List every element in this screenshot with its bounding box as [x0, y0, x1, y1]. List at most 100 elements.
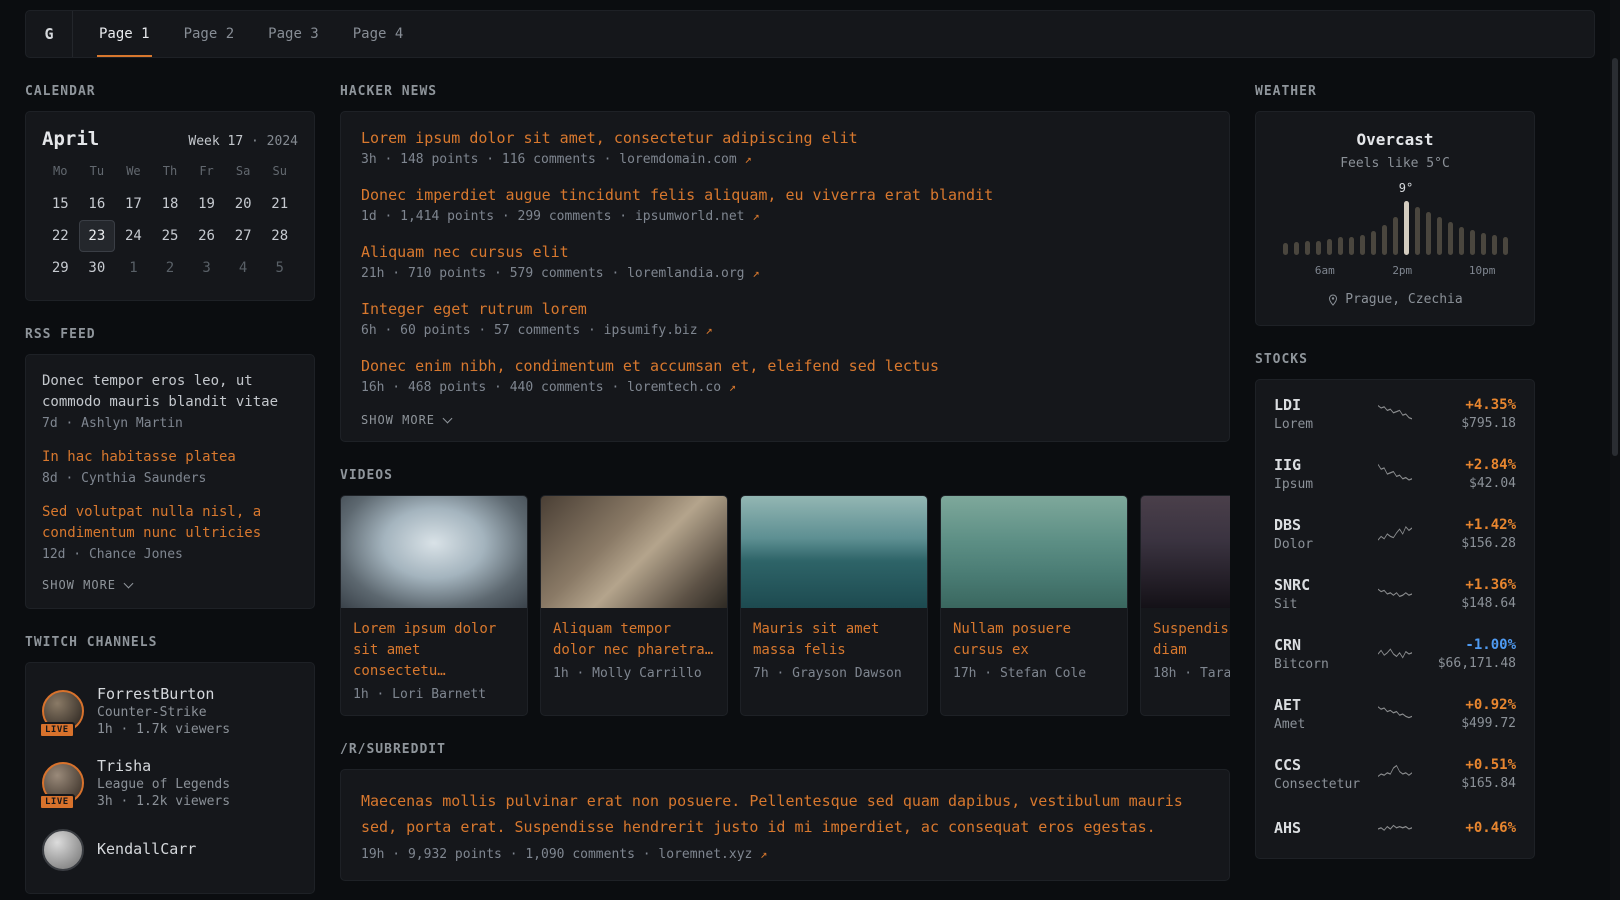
- stock-id: CCS Consectetur: [1274, 756, 1368, 792]
- video-card-body: Aliquam tempor dolor nec pharetra… 1h · …: [541, 608, 727, 694]
- calendar-day[interactable]: 28: [261, 220, 298, 252]
- weather-time-label: 10pm: [1469, 264, 1496, 277]
- stock-sparkline: [1378, 401, 1412, 427]
- rss-item[interactable]: Sed volutpat nulla nisl, a condimentum n…: [42, 502, 298, 562]
- calendar-day[interactable]: 2: [152, 252, 189, 284]
- video-card[interactable]: Suspendisse diam 18h · Tara: [1140, 495, 1230, 716]
- calendar-day[interactable]: 26: [188, 220, 225, 252]
- calendar-day[interactable]: 30: [79, 252, 116, 284]
- hn-item-domain[interactable]: loremdomain.com ↗: [619, 152, 751, 167]
- right-column: WEATHER Overcast Feels like 5°C 9° 6am 2…: [1255, 58, 1535, 859]
- stock-symbol: CCS: [1274, 756, 1368, 774]
- stock-row[interactable]: LDI Lorem +4.35% $795.18: [1272, 384, 1518, 444]
- calendar-day[interactable]: 15: [42, 188, 79, 220]
- twitch-channel-row[interactable]: LIVE ForrestBurton Counter-Strike 1h · 1…: [42, 675, 298, 747]
- weather-bar-wrap: [1360, 199, 1365, 255]
- subreddit-post-title[interactable]: Maecenas mollis pulvinar erat non posuer…: [361, 788, 1209, 840]
- hn-item-title[interactable]: Donec imperdiet augue tincidunt felis al…: [361, 186, 993, 204]
- rss-item-title[interactable]: Sed volutpat nulla nisl, a condimentum n…: [42, 502, 298, 544]
- stock-values: +1.42% $156.28: [1422, 517, 1516, 551]
- calendar-day[interactable]: 22: [42, 220, 79, 252]
- app-logo[interactable]: G: [26, 11, 73, 57]
- video-card[interactable]: Nullam posuere cursus ex 17h · Stefan Co…: [940, 495, 1128, 716]
- chevron-down-icon: [443, 413, 453, 423]
- calendar-day[interactable]: 24: [115, 220, 152, 252]
- video-card[interactable]: Mauris sit amet massa felis 7h · Grayson…: [740, 495, 928, 716]
- video-card[interactable]: Aliquam tempor dolor nec pharetra… 1h · …: [540, 495, 728, 716]
- middle-column: HACKER NEWS Lorem ipsum dolor sit amet, …: [340, 58, 1230, 881]
- stock-name: Amet: [1274, 717, 1368, 732]
- page-tab[interactable]: Page 1: [97, 11, 152, 57]
- calendar-day[interactable]: 27: [225, 220, 262, 252]
- hn-item-title[interactable]: Lorem ipsum dolor sit amet, consectetur …: [361, 129, 858, 147]
- hn-item-title[interactable]: Integer eget rutrum lorem: [361, 300, 587, 318]
- calendar-day[interactable]: 1: [115, 252, 152, 284]
- calendar-day[interactable]: 16: [79, 188, 116, 220]
- weather-bar: [1437, 217, 1442, 255]
- calendar-day[interactable]: 18: [152, 188, 189, 220]
- hn-item-domain[interactable]: ipsumworld.net ↗: [635, 209, 760, 224]
- weather-bar: [1404, 201, 1409, 255]
- rss-item-title[interactable]: Donec tempor eros leo, ut commodo mauris…: [42, 371, 298, 413]
- hn-show-more-button[interactable]: SHOW MORE: [361, 413, 451, 427]
- rss-item-title[interactable]: In hac habitasse platea: [42, 447, 298, 468]
- page-scrollbar[interactable]: [1610, 0, 1620, 900]
- page-tab[interactable]: Page 3: [266, 11, 321, 57]
- stock-sparkline: [1378, 761, 1412, 787]
- video-card-body: Mauris sit amet massa felis 7h · Grayson…: [741, 608, 927, 694]
- twitch-channel-row[interactable]: LIVE Trisha League of Legends 3h · 1.2k …: [42, 747, 298, 819]
- weather-bar-wrap: [1426, 199, 1431, 255]
- hn-item-domain[interactable]: loremtech.co ↗: [627, 380, 736, 395]
- stock-values: +4.35% $795.18: [1422, 397, 1516, 431]
- page-tab[interactable]: Page 2: [182, 11, 237, 57]
- hn-item-domain[interactable]: ipsumify.biz ↗: [604, 323, 713, 338]
- hn-item-stats: 1d · 1,414 points · 299 comments ·: [361, 209, 627, 224]
- rss-list: Donec tempor eros leo, ut commodo mauris…: [42, 371, 298, 562]
- calendar-day[interactable]: 23: [79, 220, 116, 252]
- stock-row[interactable]: IIG Ipsum +2.84% $42.04: [1272, 444, 1518, 504]
- hn-item-domain[interactable]: loremlandia.org ↗: [627, 266, 759, 281]
- calendar-day[interactable]: 29: [42, 252, 79, 284]
- calendar-day[interactable]: 3: [188, 252, 225, 284]
- stock-change: +2.84%: [1422, 457, 1516, 473]
- weather-bar: [1283, 243, 1288, 255]
- subreddit-post-domain[interactable]: loremnet.xyz ↗: [658, 847, 767, 862]
- calendar-day[interactable]: 25: [152, 220, 189, 252]
- stock-symbol: SNRC: [1274, 576, 1368, 594]
- hn-item-title[interactable]: Aliquam nec cursus elit: [361, 243, 569, 261]
- page-tabs: Page 1 Page 2 Page 3 Page 4: [97, 11, 405, 57]
- calendar-day[interactable]: 19: [188, 188, 225, 220]
- video-meta: 1h · Molly Carrillo: [553, 666, 715, 681]
- page-tab[interactable]: Page 4: [351, 11, 406, 57]
- subreddit-section-title: /R/SUBREDDIT: [340, 742, 1230, 757]
- rss-item[interactable]: In hac habitasse platea 8d · Cynthia Sau…: [42, 447, 298, 486]
- calendar-day[interactable]: 4: [225, 252, 262, 284]
- twitch-channel-row[interactable]: LIVE KendallCarr: [42, 819, 298, 881]
- calendar-day[interactable]: 5: [261, 252, 298, 284]
- calendar-day-header: We: [115, 164, 152, 188]
- stock-row[interactable]: CRN Bitcorn -1.00% $66,171.48: [1272, 624, 1518, 684]
- video-title: Mauris sit amet massa felis: [753, 619, 915, 661]
- stock-row[interactable]: CCS Consectetur +0.51% $165.84: [1272, 744, 1518, 804]
- hackernews-section-title: HACKER NEWS: [340, 84, 1230, 99]
- stock-row[interactable]: AET Amet +0.92% $499.72: [1272, 684, 1518, 744]
- stock-row[interactable]: SNRC Sit +1.36% $148.64: [1272, 564, 1518, 624]
- external-link-icon: ↗: [745, 152, 752, 166]
- scrollbar-thumb[interactable]: [1612, 58, 1618, 456]
- hn-item-meta: 21h · 710 points · 579 comments · loreml…: [361, 266, 1209, 281]
- stock-change: +1.42%: [1422, 517, 1516, 533]
- video-thumbnail: [741, 496, 927, 608]
- video-card[interactable]: Lorem ipsum dolor sit amet consectetu… 1…: [340, 495, 528, 716]
- subreddit-widget: Maecenas mollis pulvinar erat non posuer…: [340, 769, 1230, 881]
- calendar-day[interactable]: 20: [225, 188, 262, 220]
- hn-item-title[interactable]: Donec enim nibh, condimentum et accumsan…: [361, 357, 939, 375]
- stock-row[interactable]: AHS +0.46%: [1272, 804, 1518, 854]
- calendar-day[interactable]: 17: [115, 188, 152, 220]
- calendar-day[interactable]: 21: [261, 188, 298, 220]
- hn-item-meta: 1d · 1,414 points · 299 comments · ipsum…: [361, 209, 1209, 224]
- rss-show-more-button[interactable]: SHOW MORE: [42, 578, 132, 592]
- rss-item[interactable]: Donec tempor eros leo, ut commodo mauris…: [42, 371, 298, 431]
- stock-row[interactable]: DBS Dolor +1.42% $156.28: [1272, 504, 1518, 564]
- calendar-day-header: Mo: [42, 164, 79, 188]
- stock-id: SNRC Sit: [1274, 576, 1368, 612]
